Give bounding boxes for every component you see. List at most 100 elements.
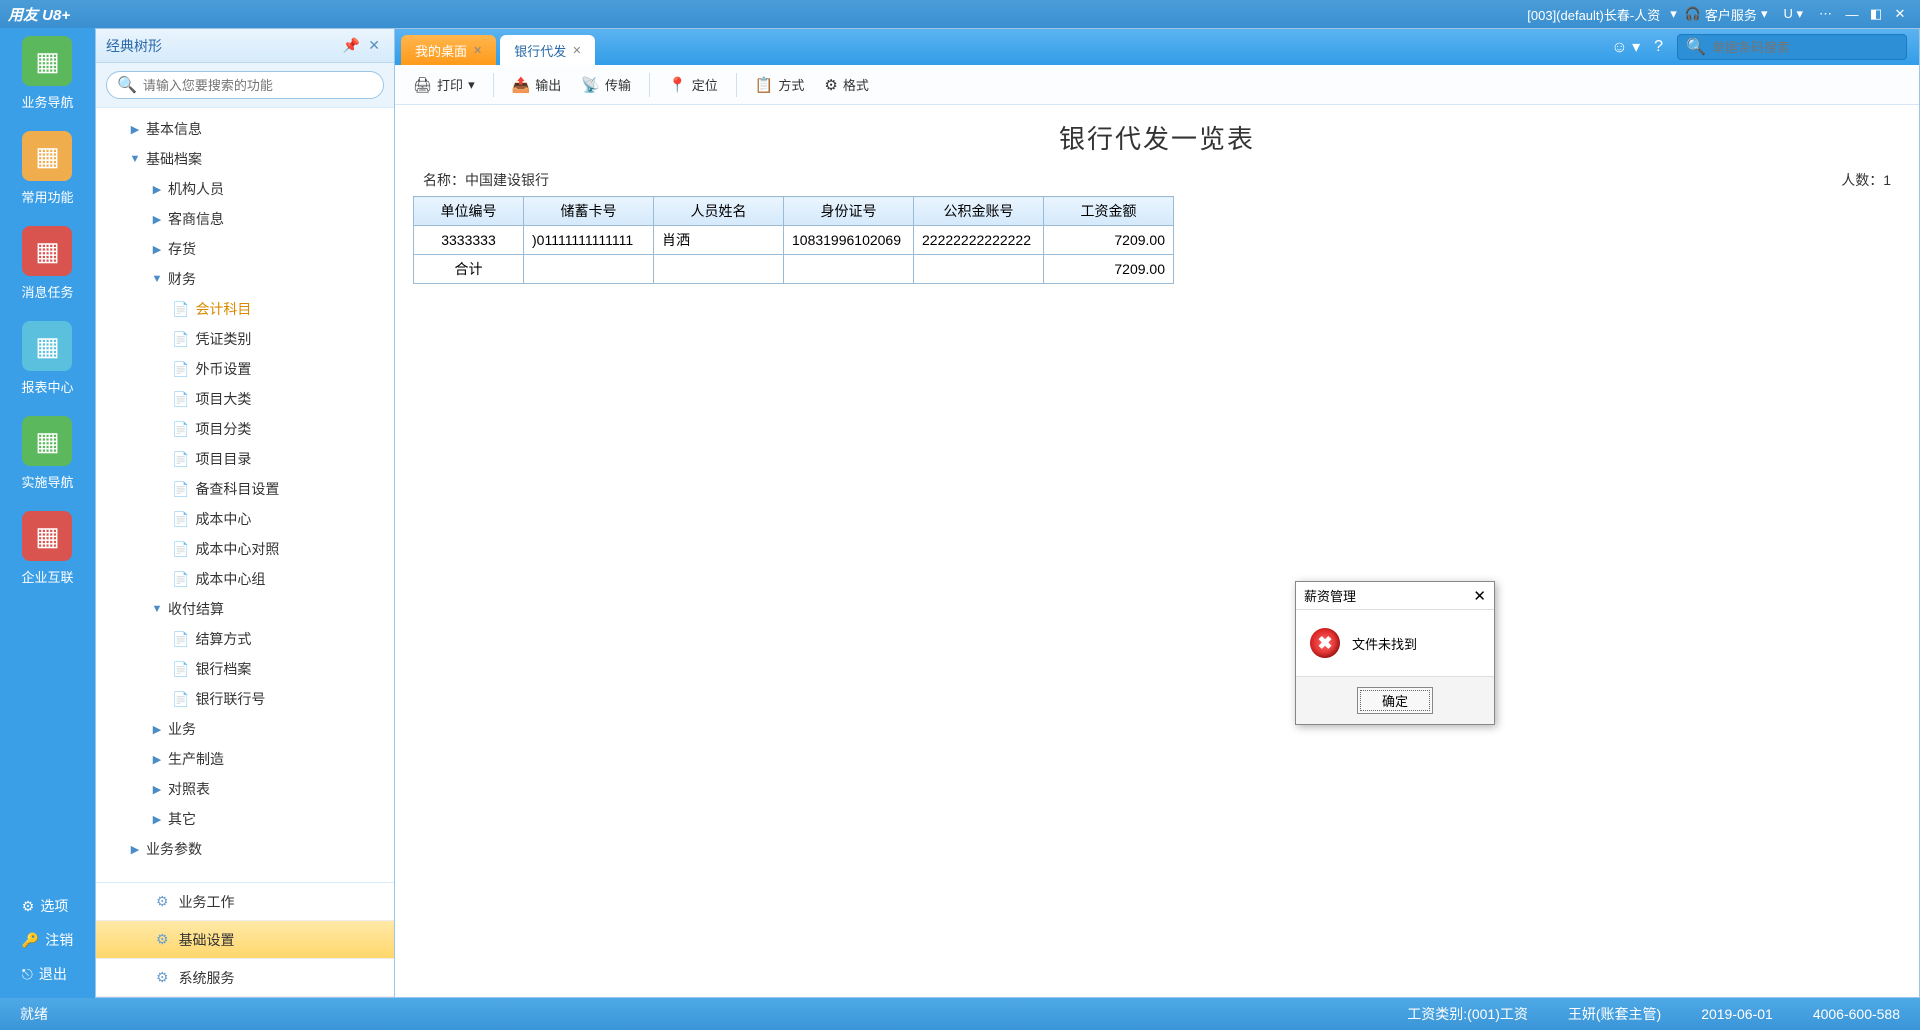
u-menu-button[interactable]: U ▾: [1775, 6, 1811, 22]
tree-branch[interactable]: ▼基础档案: [96, 144, 394, 174]
rail-item[interactable]: ▦业务导航: [21, 36, 73, 111]
rail-item[interactable]: ▦企业互联: [21, 511, 73, 586]
tree-arrow-icon: ▶: [150, 783, 164, 796]
gear-icon: ⚙: [156, 893, 169, 910]
tree-leaf[interactable]: 📄会计科目: [96, 294, 394, 324]
tree-bottom-tab[interactable]: ⚙基础设置: [96, 921, 394, 959]
tree-branch[interactable]: ▶其它: [96, 804, 394, 834]
customer-service-button[interactable]: 🎧客户服务▾: [1677, 5, 1776, 24]
toolbar-icon: 📤: [512, 76, 531, 94]
document-icon: 📄: [172, 541, 189, 558]
rail-item[interactable]: ▦实施导航: [21, 416, 73, 491]
content-tab[interactable]: 我的桌面 ✕: [401, 35, 496, 65]
dialog-close-icon[interactable]: ✕: [1473, 587, 1486, 605]
rail-item-icon: ▦: [22, 416, 72, 466]
tree-arrow-icon: ▼: [150, 273, 164, 285]
toolbar-button-打印[interactable]: 🖨打印 ▾: [405, 71, 483, 98]
rail-bottom-item[interactable]: 🔑注销: [22, 930, 73, 950]
maximize-button[interactable]: ◧: [1864, 6, 1888, 22]
tree-leaf[interactable]: 📄成本中心对照: [96, 534, 394, 564]
tree-branch[interactable]: ▶机构人员: [96, 174, 394, 204]
dialog-header[interactable]: 薪资管理 ✕: [1296, 582, 1494, 610]
close-window-button[interactable]: ✕: [1888, 6, 1912, 22]
tree-node-label: 凭证类别: [195, 329, 251, 349]
toolbar-button-格式[interactable]: ⚙格式: [816, 71, 876, 98]
tree-arrow-icon: ▶: [150, 813, 164, 826]
table-cell: 10831996102069: [784, 226, 914, 255]
tree-view[interactable]: ▶基本信息▼基础档案▶机构人员▶客商信息▶存货▼财务📄会计科目📄凭证类别📄外币设…: [96, 108, 394, 882]
tree-leaf[interactable]: 📄成本中心组: [96, 564, 394, 594]
toolbar-separator: [493, 73, 494, 97]
tree-search-input[interactable]: [143, 78, 373, 93]
tabs-bar: 我的桌面✕银行代发✕ ☺ ▾ ? 🔍: [395, 29, 1919, 65]
document-icon: 📄: [172, 301, 189, 318]
tree-arrow-icon: ▼: [128, 153, 142, 165]
tree-node-label: 银行档案: [195, 659, 251, 679]
tree-leaf[interactable]: 📄备查科目设置: [96, 474, 394, 504]
tree-node-label: 项目大类: [195, 389, 251, 409]
tree-leaf[interactable]: 📄银行档案: [96, 654, 394, 684]
rail-item[interactable]: ▦消息任务: [21, 226, 73, 301]
tree-leaf[interactable]: 📄外币设置: [96, 354, 394, 384]
content-tab[interactable]: 银行代发✕: [500, 35, 595, 65]
tree-leaf[interactable]: 📄项目大类: [96, 384, 394, 414]
bill-search-input[interactable]: [1712, 40, 1898, 55]
tree-node-label: 结算方式: [195, 629, 251, 649]
tab-label: 我的桌面: [415, 41, 467, 60]
tab-close-icon[interactable]: ✕: [473, 44, 482, 57]
tree-branch[interactable]: ▶生产制造: [96, 744, 394, 774]
dropdown-caret-icon: ▾: [468, 77, 475, 93]
toolbar-button-定位[interactable]: 📍定位: [660, 71, 726, 98]
tree-node-label: 备查科目设置: [195, 479, 279, 499]
dialog-ok-button[interactable]: 确定: [1357, 687, 1433, 714]
dialog-message: 文件未找到: [1352, 634, 1417, 653]
tree-node-label: 项目分类: [195, 419, 251, 439]
left-rail: ▦业务导航▦常用功能▦消息任务▦报表中心▦实施导航▦企业互联 ⚙选项🔑注销⎋退出: [0, 28, 95, 998]
tab-close-icon[interactable]: ✕: [572, 44, 581, 57]
table-cell: 22222222222222: [914, 226, 1044, 255]
rail-item[interactable]: ▦报表中心: [21, 321, 73, 396]
rail-item[interactable]: ▦常用功能: [21, 131, 73, 206]
rail-bottom-label: 注销: [45, 930, 73, 950]
rail-item-label: 企业互联: [21, 567, 73, 586]
search-icon: 🔍: [1686, 37, 1706, 57]
tree-bottom-tab[interactable]: ⚙系统服务: [96, 959, 394, 997]
tree-leaf[interactable]: 📄项目分类: [96, 414, 394, 444]
tree-branch[interactable]: ▶基本信息: [96, 114, 394, 144]
table-header: 公积金账号: [914, 197, 1044, 226]
tree-branch[interactable]: ▼收付结算: [96, 594, 394, 624]
smiley-icon[interactable]: ☺ ▾: [1611, 37, 1640, 57]
rail-bottom-item[interactable]: ⎋退出: [22, 964, 73, 984]
rail-bottom-item[interactable]: ⚙选项: [22, 896, 73, 916]
tree-branch[interactable]: ▼ 财务: [96, 264, 394, 294]
toolbar-icon: 📡: [581, 76, 600, 94]
more-menu-button[interactable]: ⋯: [1811, 6, 1840, 22]
minimize-button[interactable]: —: [1840, 7, 1864, 22]
tree-leaf[interactable]: 📄 凭证类别: [96, 324, 394, 354]
tree-branch[interactable]: ▶业务: [96, 714, 394, 744]
tree-bottom-tab[interactable]: ⚙业务工作: [96, 883, 394, 921]
toolbar-button-输出[interactable]: 📤输出: [504, 71, 570, 98]
bill-search-box[interactable]: 🔍: [1677, 34, 1907, 60]
tree-leaf[interactable]: 📄结算方式: [96, 624, 394, 654]
toolbar-button-方式[interactable]: 📋方式: [747, 71, 813, 98]
tree-arrow-icon: ▶: [150, 723, 164, 736]
report-area: 银行代发一览表 名称：中国建设银行 人数：1 单位编号储蓄卡号人员姓名身份证号公…: [395, 105, 1919, 997]
tree-search-box[interactable]: 🔍: [106, 71, 384, 99]
tree-node-label: 存货: [168, 239, 196, 259]
toolbar-label: 格式: [843, 75, 869, 94]
tree-branch[interactable]: ▶客商信息: [96, 204, 394, 234]
tree-branch[interactable]: ▶存货: [96, 234, 394, 264]
tree-leaf[interactable]: 📄成本中心: [96, 504, 394, 534]
tree-branch[interactable]: ▶对照表: [96, 774, 394, 804]
help-icon[interactable]: ?: [1654, 38, 1663, 56]
table-row[interactable]: 3333333)01111111111111肖洒1083199610206922…: [414, 226, 1174, 255]
tree-node-label: 财务: [168, 269, 196, 289]
tree-branch[interactable]: ▶业务参数: [96, 834, 394, 864]
pin-icon[interactable]: 📌: [339, 37, 364, 54]
document-icon: 📄: [172, 331, 189, 348]
tree-close-icon[interactable]: ✕: [364, 37, 384, 54]
tree-leaf[interactable]: 📄项目目录: [96, 444, 394, 474]
tree-leaf[interactable]: 📄银行联行号: [96, 684, 394, 714]
toolbar-button-传输[interactable]: 📡传输: [573, 71, 639, 98]
